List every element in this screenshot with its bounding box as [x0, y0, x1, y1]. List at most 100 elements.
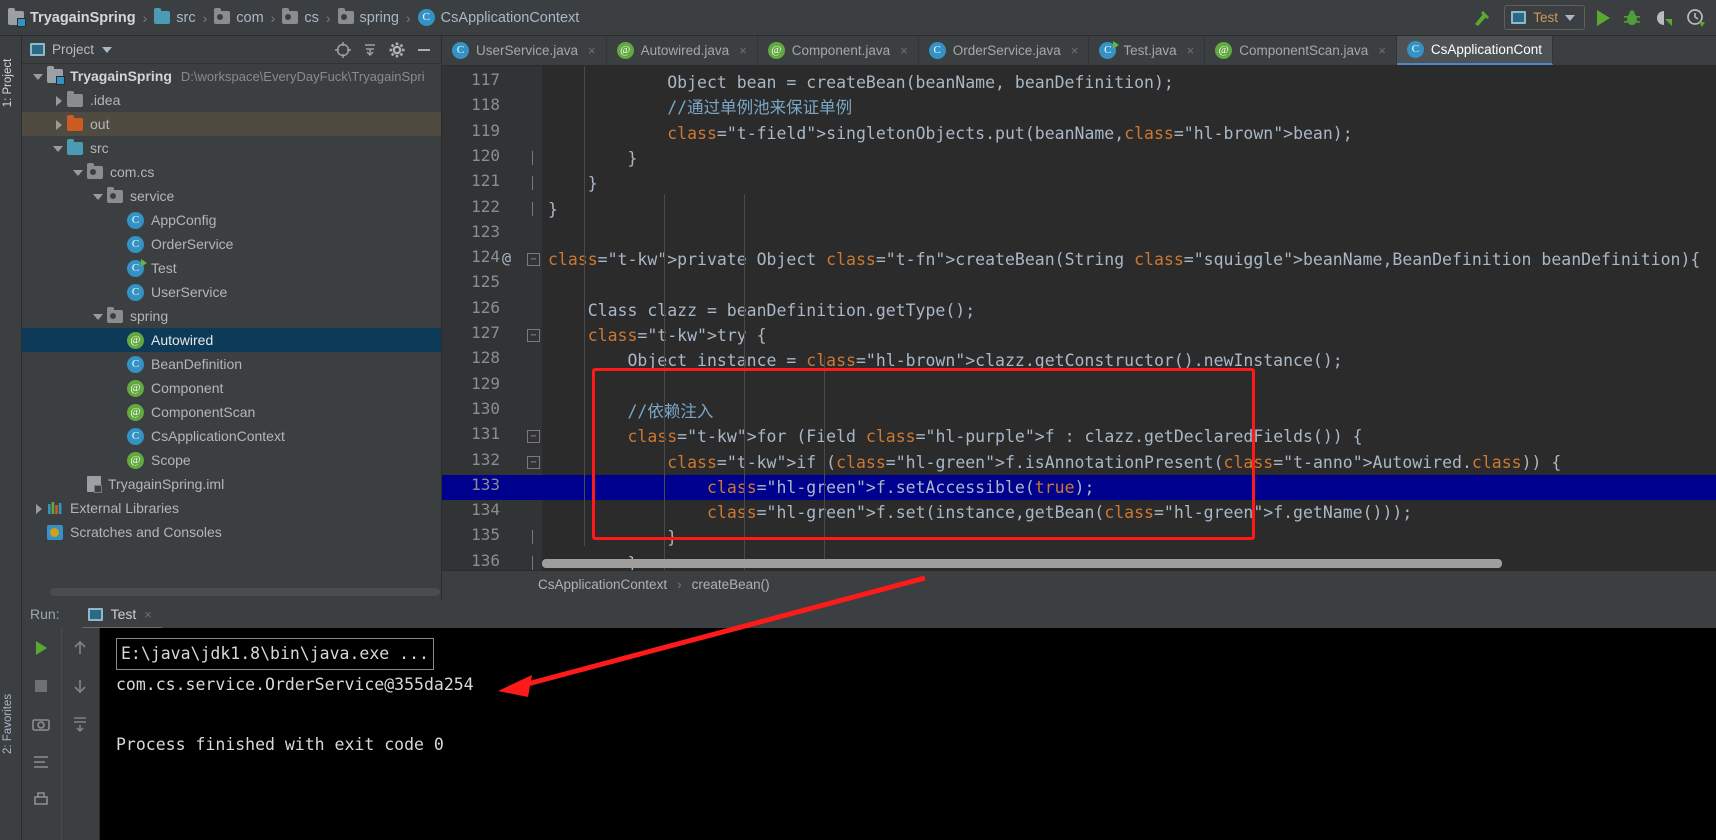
- console-output[interactable]: E:\java\jdk1.8\bin\java.exe ... com.cs.se…: [100, 628, 1716, 840]
- tree-item-scratches-and-consoles[interactable]: Scratches and Consoles: [22, 520, 441, 544]
- print-icon[interactable]: [31, 790, 51, 810]
- breadcrumb-item-csapplicationcontext[interactable]: C CsApplicationContext: [417, 9, 579, 26]
- tree-item-service[interactable]: service: [22, 184, 441, 208]
- project-tree: TryagainSpring D:\workspace\EveryDayFuck\…: [22, 64, 441, 582]
- debug-bug-icon[interactable]: [1622, 8, 1642, 28]
- close-icon[interactable]: ×: [1378, 43, 1386, 58]
- tree-item--idea[interactable]: .idea: [22, 88, 441, 112]
- chevron-right-icon[interactable]: [52, 94, 65, 107]
- up-arrow-icon[interactable]: [70, 638, 90, 658]
- tree-item-test[interactable]: C Test: [22, 256, 441, 280]
- tree-item-src[interactable]: src: [22, 136, 441, 160]
- editor-tab-csapplicationcont[interactable]: C CsApplicationCont: [1396, 36, 1553, 65]
- indent-guide: [824, 356, 825, 566]
- close-icon[interactable]: ×: [1071, 43, 1079, 58]
- tool-tab-favorites[interactable]: 2: Favorites: [2, 694, 20, 754]
- fold-collapse-icon[interactable]: −: [527, 329, 540, 342]
- tree-item-autowired[interactable]: @ Autowired: [22, 328, 441, 352]
- close-icon[interactable]: ×: [739, 43, 747, 58]
- tree-item-beandefinition[interactable]: C BeanDefinition: [22, 352, 441, 376]
- tree-item-orderservice[interactable]: C OrderService: [22, 232, 441, 256]
- run-configuration-selector[interactable]: Test: [1504, 5, 1585, 30]
- annotation-gutter-marker[interactable]: @: [502, 249, 511, 267]
- editor-tab-test-java[interactable]: C Test.java ×: [1089, 36, 1206, 65]
- tree-item-label: UserService: [151, 284, 228, 300]
- editor-tab-orderservice-java[interactable]: C OrderService.java ×: [919, 36, 1090, 65]
- camera-icon[interactable]: [31, 714, 51, 734]
- editor-gutter[interactable]: 117 118 119 120 121 122 123 124 @ − 125 126 127 − 128 1…: [442, 66, 542, 570]
- collapse-all-icon[interactable]: [361, 41, 379, 59]
- breadcrumb-separator: ›: [270, 9, 276, 26]
- editor-tab-userservice-java[interactable]: C UserService.java ×: [442, 36, 607, 65]
- fold-end-marker[interactable]: [527, 201, 540, 216]
- chevron-down-icon[interactable]: [92, 310, 105, 323]
- tree-item-tryagainspring[interactable]: TryagainSpring D:\workspace\EveryDayFuck\…: [22, 64, 441, 88]
- fold-end-marker[interactable]: [527, 150, 540, 165]
- tree-item-tryagainspring-iml[interactable]: TryagainSpring.iml: [22, 472, 441, 496]
- tree-item-csapplicationcontext[interactable]: C CsApplicationContext: [22, 424, 441, 448]
- fold-end-marker[interactable]: [527, 530, 540, 545]
- close-icon[interactable]: ×: [1187, 43, 1195, 58]
- fold-collapse-icon[interactable]: −: [527, 455, 540, 469]
- breadcrumb-item-cs[interactable]: cs: [282, 8, 319, 26]
- chevron-right-icon[interactable]: [52, 118, 65, 131]
- close-icon[interactable]: ×: [588, 43, 596, 58]
- breadcrumb-item-tryagainspring[interactable]: TryagainSpring: [8, 7, 136, 27]
- tree-item-external-libraries[interactable]: External Libraries: [22, 496, 441, 520]
- tree-item-scope[interactable]: @ Scope: [22, 448, 441, 472]
- editor-breadcrumb-item-csapplicationcontext[interactable]: CsApplicationContext: [538, 577, 667, 592]
- breadcrumb-item-spring[interactable]: spring: [337, 8, 399, 26]
- editor-code-area[interactable]: Object bean = createBean(beanName, beanD…: [542, 66, 1716, 570]
- tree-item-spring[interactable]: spring: [22, 304, 441, 328]
- hammer-icon[interactable]: [1472, 8, 1492, 28]
- code-editor[interactable]: 117 118 119 120 121 122 123 124 @ − 125 126 127 − 128 1…: [442, 66, 1716, 570]
- project-horizontal-scrollbar[interactable]: [50, 588, 440, 596]
- tool-tab-project[interactable]: 1: Project: [2, 54, 20, 112]
- close-icon[interactable]: ×: [144, 607, 152, 622]
- close-icon[interactable]: ×: [900, 43, 908, 58]
- tree-item-userservice[interactable]: C UserService: [22, 280, 441, 304]
- hide-panel-icon[interactable]: [415, 41, 433, 59]
- editor-horizontal-scrollbar[interactable]: [542, 559, 1502, 568]
- annotation-icon: @: [127, 451, 144, 469]
- locate-icon[interactable]: [334, 41, 352, 59]
- profiler-icon[interactable]: [1686, 8, 1706, 28]
- fold-end-marker[interactable]: [527, 176, 540, 191]
- chevron-down-icon[interactable]: [52, 142, 65, 155]
- chevron-down-icon[interactable]: [92, 190, 105, 203]
- tree-item-com-cs[interactable]: com.cs: [22, 160, 441, 184]
- stop-square-icon[interactable]: [31, 676, 51, 696]
- scroll-to-end-icon[interactable]: [70, 714, 90, 734]
- editor-tab-component-java[interactable]: @ Component.java ×: [758, 36, 919, 65]
- down-arrow-icon[interactable]: [70, 676, 90, 696]
- run-coverage-icon[interactable]: [1654, 8, 1674, 28]
- tree-item-componentscan[interactable]: @ ComponentScan: [22, 400, 441, 424]
- chevron-down-icon[interactable]: [102, 46, 113, 53]
- chevron-down-icon[interactable]: [72, 166, 85, 179]
- run-tab-test[interactable]: Test ×: [81, 603, 163, 630]
- soft-wrap-icon[interactable]: [31, 752, 51, 772]
- line-number: 129: [471, 373, 500, 393]
- tree-item-out[interactable]: out: [22, 112, 441, 136]
- tree-item-appconfig[interactable]: C AppConfig: [22, 208, 441, 232]
- fold-collapse-icon[interactable]: −: [527, 253, 540, 267]
- class-icon: C: [1406, 41, 1424, 58]
- code-line: class="t-kw">try {: [587, 326, 767, 345]
- settings-gear-icon[interactable]: [388, 41, 406, 59]
- editor-tab-autowired-java[interactable]: @ Autowired.java ×: [607, 36, 758, 65]
- scratches-icon: [47, 524, 63, 540]
- editor-breadcrumb-item-createbean-[interactable]: createBean(): [692, 577, 770, 592]
- fold-collapse-icon[interactable]: −: [527, 430, 540, 444]
- chevron-down-icon[interactable]: [32, 70, 45, 83]
- rerun-play-icon[interactable]: [31, 638, 51, 658]
- breadcrumb-label: src: [176, 9, 196, 26]
- breadcrumb-item-src[interactable]: src: [154, 8, 196, 26]
- editor-tab-componentscan-java[interactable]: @ ComponentScan.java ×: [1205, 36, 1397, 65]
- run-play-icon[interactable]: [1597, 9, 1610, 26]
- fold-end-marker[interactable]: [527, 555, 540, 570]
- class-runnable-icon: C: [1099, 41, 1120, 59]
- console-command-line: E:\java\jdk1.8\bin\java.exe ...: [116, 638, 434, 670]
- chevron-right-icon[interactable]: [32, 502, 45, 515]
- tree-item-component[interactable]: @ Component: [22, 376, 441, 400]
- breadcrumb-item-com[interactable]: com: [214, 8, 264, 26]
